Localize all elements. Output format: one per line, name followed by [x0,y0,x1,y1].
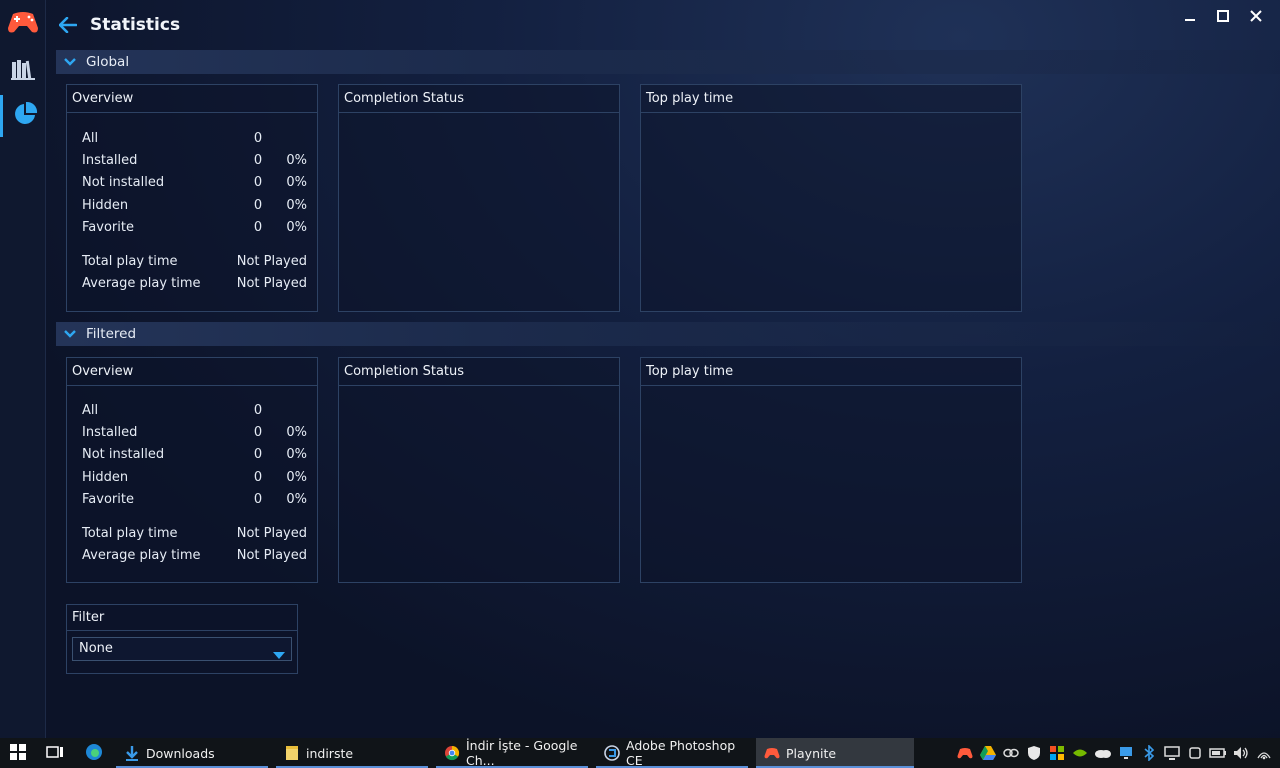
overview-total-play-time: Total play time Not Played [82,526,307,541]
task-view-icon [46,745,64,762]
overview-row-installed: Installed 0 0% [82,153,307,168]
global-top-play-time-panel: Top play time [640,84,1022,312]
pie-chart-icon [12,101,38,131]
overview-row-favorite: Favorite 0 0% [82,220,307,235]
network-share-icon[interactable] [1117,744,1134,761]
task-view-button[interactable] [38,738,72,768]
filtered-completion-status-panel: Completion Status [338,357,620,583]
edge-button[interactable] [76,738,112,768]
folder-icon [284,745,300,761]
filter-panel: Filter None [66,604,298,674]
overview-title: Overview [67,358,317,386]
chevron-down-icon [64,55,78,69]
overview-row-not-installed: Not installed 0 0% [82,447,307,462]
library-nav[interactable] [0,50,46,92]
section-global-label: Global [86,54,130,70]
filter-selected-value: None [79,641,113,656]
overview-total-play-time: Total play time Not Played [82,254,307,269]
windows-icon [10,743,26,763]
system-tray [956,744,1272,761]
overview-row-installed: Installed 0 0% [82,425,307,440]
overview-title: Overview [67,85,317,113]
onedrive-icon[interactable] [1094,744,1111,761]
top-play-time-title: Top play time [641,358,1021,386]
gamepad-icon [764,745,780,761]
download-icon [124,745,140,761]
library-icon [11,58,35,84]
overview-row-hidden: Hidden 0 0% [82,198,307,213]
overview-row-favorite: Favorite 0 0% [82,492,307,507]
start-button[interactable] [0,738,36,768]
overview-row-all: All 0 [82,131,263,146]
maximize-icon[interactable] [1206,6,1239,26]
volume-icon[interactable] [1232,744,1249,761]
nvidia-icon[interactable] [1071,744,1088,761]
close-icon[interactable] [1239,6,1272,26]
minimize-icon[interactable] [1173,6,1206,26]
filter-dropdown[interactable]: None [72,637,292,661]
taskbar-item-playnite[interactable]: Playnite [756,738,914,768]
display-icon[interactable] [1163,744,1180,761]
completion-status-title: Completion Status [339,358,619,386]
taskbar: Downloads indirste İndir İşte - Google C… [0,738,1280,768]
sidebar [0,0,46,738]
global-overview-panel: Overview All 0 Installed 0 0% Not installed… [66,84,318,312]
chevron-down-icon [64,327,78,341]
header: Statistics [56,10,180,40]
playnite-logo-icon[interactable] [7,8,39,36]
overview-average-play-time: Average play time Not Played [82,548,307,563]
overview-row-all: All 0 [82,403,263,418]
global-completion-status-panel: Completion Status [338,84,620,312]
back-arrow-icon[interactable] [56,13,80,37]
section-filtered-header[interactable]: Filtered [56,322,1280,346]
statistics-nav[interactable] [0,95,46,137]
taskbar-item-chrome[interactable]: İndir İşte - Google Ch... [436,738,588,768]
photoshop-icon [604,745,620,761]
monitor-icon[interactable] [1186,744,1203,761]
bluetooth-icon[interactable] [1140,744,1157,761]
playnite-window: Statistics Global Overview All 0 Installe… [0,0,1280,738]
overview-row-not-installed: Not installed 0 0% [82,175,307,190]
google-drive-icon[interactable] [979,744,996,761]
battery-icon[interactable] [1209,744,1226,761]
edge-icon [85,743,103,764]
taskbar-item-photoshop[interactable]: Adobe Photoshop CE [596,738,748,768]
completion-status-title: Completion Status [339,85,619,113]
playnite-tray-icon[interactable] [956,744,973,761]
chrome-icon [444,745,460,761]
overview-row-hidden: Hidden 0 0% [82,470,307,485]
section-global-header[interactable]: Global [56,50,1280,74]
filtered-overview-panel: Overview All 0 Installed 0 0% Not installed… [66,357,318,583]
dropdown-arrow-icon [273,646,285,659]
page-title: Statistics [90,15,181,35]
taskbar-item-downloads[interactable]: Downloads [116,738,268,768]
shield-icon[interactable] [1025,744,1042,761]
link-icon[interactable] [1002,744,1019,761]
top-play-time-title: Top play time [641,85,1021,113]
window-controls [1173,6,1272,26]
filtered-top-play-time-panel: Top play time [640,357,1022,583]
microsoft-store-icon[interactable] [1048,744,1065,761]
section-filtered-label: Filtered [86,326,137,342]
filter-title: Filter [67,605,297,631]
wifi-icon[interactable] [1255,744,1272,761]
overview-average-play-time: Average play time Not Played [82,276,307,291]
taskbar-item-indirste[interactable]: indirste [276,738,428,768]
